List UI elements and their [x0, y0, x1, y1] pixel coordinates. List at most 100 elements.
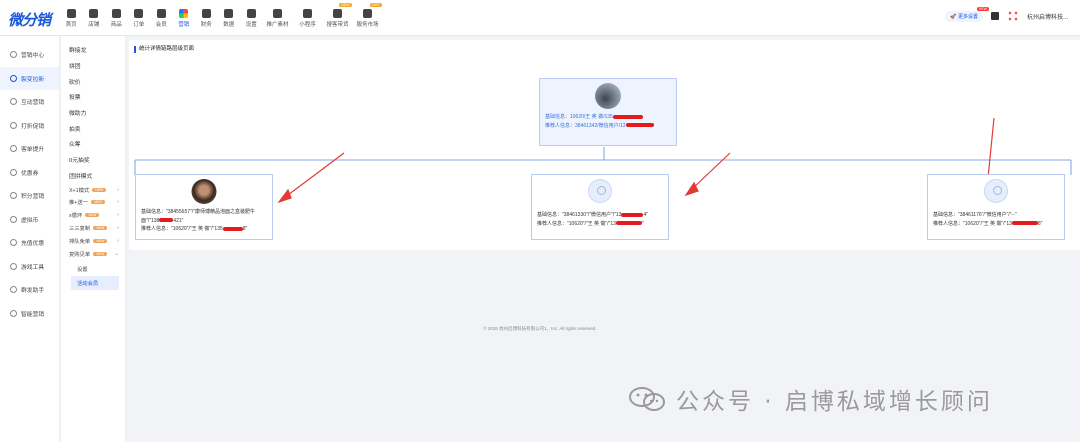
chevron-icon: › [117, 186, 119, 193]
live-icon [333, 8, 342, 18]
placeholder-avatar-icon [984, 179, 1008, 203]
chevron-icon: › [117, 212, 119, 219]
root-member-card[interactable]: 基础信息：10620/王 英 做/135 推荐人信息：38461342/微信用户… [539, 78, 677, 146]
submenu-item-0[interactable]: 群接龙 [61, 42, 125, 58]
chevron-icon: ⌄ [114, 250, 119, 257]
child-member-card[interactable]: 基础信息："38461176"/"微信用户"/"--" 推荐人信息："10620… [927, 174, 1065, 240]
sidebar-item-4[interactable]: 客单提升 [0, 137, 59, 161]
company-name[interactable]: 杭州启博科技... [1027, 12, 1068, 21]
more-settings-button[interactable]: 🚀 更多设置 NEW [945, 6, 989, 22]
top-navigation-bar: 微分销 首页 店铺 商品 订单 会员 营销 财务 数据 设置 推广素材 小程序 搜客带货 NEW 服务市场… [0, 0, 1080, 36]
submenu-item-4[interactable]: 微助力 [61, 105, 125, 121]
annotation-arrow-2 [690, 152, 731, 191]
nav-item-12[interactable]: 服务市场 HOT [353, 0, 383, 36]
nav-label: 会员 [155, 21, 167, 28]
nav-item-11[interactable]: 搜客带货 NEW [323, 0, 353, 36]
submenu-group-0[interactable]: X+1模式 NEW › [61, 183, 125, 196]
redaction-mark [612, 114, 643, 119]
nav-item-5[interactable]: 营销 [173, 0, 196, 36]
user-avatar-icon[interactable] [1006, 10, 1019, 22]
nav-item-0[interactable]: 首页 [60, 0, 83, 36]
nav-item-7[interactable]: 数据 [218, 0, 241, 36]
shop-icon [89, 8, 99, 18]
nav-label: 搜客带货 [326, 21, 349, 28]
submenu-group-label: x循环 [69, 213, 83, 220]
submenu-item-7[interactable]: 0元抽奖 [61, 152, 125, 168]
menu-icon [10, 121, 17, 129]
sidebar-item-label: 优惠券 [21, 170, 39, 177]
new-tag: NEW [92, 187, 107, 192]
miniapp-icon [303, 8, 312, 18]
new-tag: NEW [90, 200, 106, 205]
sidebar-item-label: 群发助手 [21, 288, 45, 295]
child-2-basic-info: 基础信息："38461330"/"微信用户"/"13 [537, 212, 622, 218]
submenu-group-4[interactable]: 排队免单 NEW › [61, 234, 125, 247]
child-1-basic-info-end: 421" [173, 217, 184, 224]
submenu-item-5[interactable]: 拍卖 [61, 120, 125, 136]
new-tag: NEW [93, 225, 108, 230]
submenu-item-6[interactable]: 众筹 [61, 136, 125, 152]
child-member-card[interactable]: 基础信息："38455657"/"康师傅精品泡面之盒装肥牛 面"/"138 421… [135, 174, 273, 240]
rocket-icon: 🚀 [950, 13, 957, 20]
sidebar-item-label: 智能营销 [21, 311, 45, 318]
nav-item-4[interactable]: 会员 [150, 0, 173, 36]
menu-icon [10, 145, 17, 153]
nav-item-9[interactable]: 推广素材 [263, 0, 293, 36]
child-avatar [191, 179, 217, 204]
sidebar-item-5[interactable]: 优惠券 [0, 161, 59, 185]
submenu-item-2[interactable]: 砍价 [61, 73, 125, 89]
sidebar-item-label: 积分营销 [21, 194, 45, 201]
nav-item-8[interactable]: 设置 [240, 0, 263, 36]
nav-label: 商品 [110, 21, 122, 28]
nav-label: 设置 [245, 21, 257, 28]
sidebar-item-9[interactable]: 游戏工具 [0, 255, 59, 279]
submenu-group-label: 推+送一 [69, 200, 88, 207]
redaction-mark [159, 218, 174, 223]
sidebar-item-0[interactable]: 营销中心 [0, 43, 59, 67]
menu-icon [10, 98, 17, 106]
sidebar-item-6[interactable]: 积分营销 [0, 184, 59, 208]
child-1-basic-info-cont: 面"/"138 [141, 217, 160, 224]
submenu-group-label: 复购见单 [69, 251, 91, 258]
app-logo[interactable]: 微分销 [8, 9, 51, 30]
sidebar-item-2[interactable]: 互动营销 [0, 90, 59, 114]
menu-icon [10, 309, 17, 317]
nav-item-2[interactable]: 商品 [105, 0, 128, 36]
chevron-icon: › [117, 224, 119, 231]
nav-label: 推广素材 [266, 21, 289, 28]
sidebar-item-label: 客单提升 [21, 147, 45, 154]
child-3-info: 基础信息："38461176"/"微信用户"/"--" 推荐人信息："10620… [933, 211, 1042, 228]
secondary-sidebar: 群接龙 拼团 砍价 投票 微助力 拍卖 众筹 0元抽奖 团拼模式 X+1模式 NEW › 推+送一 NE… [61, 36, 126, 442]
sidebar-item-label: 营销中心 [21, 53, 45, 60]
sidebar-item-label: 虚拟币 [21, 217, 39, 224]
child-2-basic-info-end: 4" [643, 212, 649, 218]
sidebar-item-1[interactable]: 裂变拉新 [0, 66, 59, 90]
submenu-group-3[interactable]: 三三复制 NEW › [61, 222, 125, 235]
child-1-referrer-info: 推荐人信息："10620"/"王 英 做"/"135 [141, 226, 223, 232]
submenu-leaf-0[interactable]: 设置 [61, 262, 125, 276]
submenu-group-5[interactable]: 复购见单 NEW ⌄ [61, 247, 125, 260]
sidebar-item-7[interactable]: 虚拟币 [0, 208, 59, 232]
submenu-group-1[interactable]: 推+送一 NEW › [61, 196, 125, 209]
redaction-mark [621, 212, 644, 217]
child-3-referrer-end: 8" [1037, 220, 1043, 227]
submenu-item-3[interactable]: 投票 [61, 89, 125, 105]
nav-label: 订单 [133, 21, 145, 28]
submenu-leaf-1[interactable]: 活动会员 [71, 275, 119, 290]
sidebar-item-3[interactable]: 打折促销 [0, 114, 59, 138]
nav-item-6[interactable]: 财务 [195, 0, 218, 36]
nav-item-1[interactable]: 店铺 [83, 0, 106, 36]
nav-item-10[interactable]: 小程序 [293, 0, 323, 36]
submenu-item-1[interactable]: 拼团 [61, 58, 125, 74]
child-member-card[interactable]: 基础信息："38461330"/"微信用户"/"13 4" 推荐人信息："1062… [531, 174, 669, 240]
submenu-group-2[interactable]: x循环 NEW › [61, 209, 125, 222]
submenu-item-8[interactable]: 团拼模式 [61, 168, 125, 184]
notification-icon[interactable] [990, 12, 999, 20]
nav-label: 首页 [65, 21, 77, 28]
nav-item-3[interactable]: 订单 [128, 0, 151, 36]
sidebar-item-8[interactable]: 充值优惠 [0, 231, 59, 255]
redaction-mark [1011, 221, 1038, 226]
watermark: 公众号 · 启博私域增长顾问 [628, 382, 993, 416]
sidebar-item-10[interactable]: 群发助手 [0, 278, 59, 302]
sidebar-item-11[interactable]: 智能营销 [0, 302, 59, 326]
